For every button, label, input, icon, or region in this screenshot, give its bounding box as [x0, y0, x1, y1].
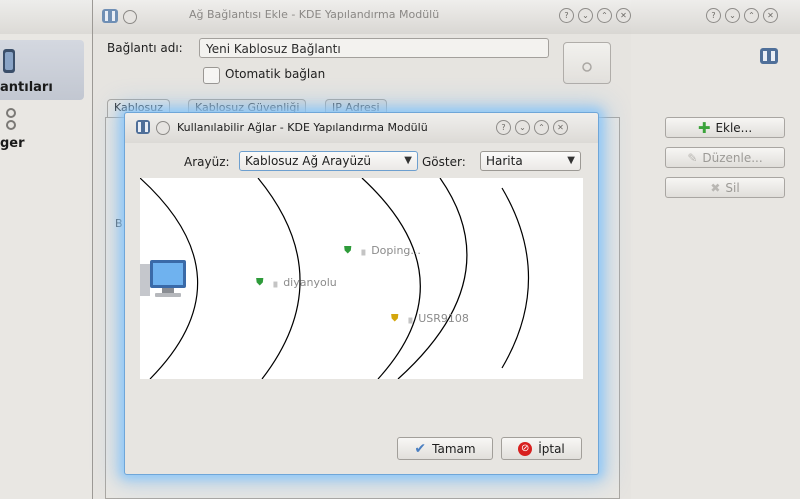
network-connections-icon [2, 48, 16, 77]
add-button-label: Ekle... [715, 120, 753, 135]
interface-label: Arayüz: [184, 155, 230, 169]
close-icon[interactable]: ✕ [616, 8, 631, 23]
checkmark-icon: ✔ [414, 440, 427, 457]
help-icon[interactable]: ? [559, 8, 574, 23]
left-window-titlebar [0, 0, 92, 34]
minimize-icon[interactable]: ⌄ [725, 8, 740, 23]
show-label: Göster: [422, 155, 466, 169]
background-left-window: antıları ger [0, 0, 93, 499]
ok-button[interactable]: ✔ Tamam [397, 437, 493, 460]
delete-button-label: Sil [725, 180, 740, 195]
signal-icon: ▗ [357, 245, 366, 256]
computer-icon [140, 258, 188, 305]
window-title: Ağ Bağlantısı Ekle - KDE Yapılandırma Mo… [189, 8, 440, 21]
chevron-down-icon: ▼ [567, 155, 575, 166]
dialog-title: Kullanılabilir Ağlar - KDE Yapılandırma … [177, 121, 428, 134]
connection-icon-button[interactable] [563, 42, 611, 84]
add-button[interactable]: ✚ Ekle... [665, 117, 785, 138]
network-name: Doping... [371, 244, 421, 257]
delete-button[interactable]: ✖ Sil [665, 177, 785, 198]
available-networks-dialog: Kullanılabilir Ağlar - KDE Yapılandırma … [124, 112, 599, 475]
dialog-titlebar[interactable]: Kullanılabilir Ağlar - KDE Yapılandırma … [125, 113, 598, 143]
network-map[interactable]: ⛊ ▗ Doping... ⛊ ▗ diyanyolu ⛊ ▗ USR9108 [140, 178, 583, 379]
cancel-button[interactable]: ⊘ İptal [501, 437, 582, 460]
field-label: B [115, 217, 123, 230]
network-name: diyanyolu [283, 276, 337, 289]
close-icon[interactable]: ✕ [553, 120, 568, 135]
edit-button[interactable]: ✎ Düzenle... [665, 147, 785, 168]
plus-icon: ✚ [697, 118, 711, 137]
interface-select-value: Kablosuz Ağ Arayüzü [245, 154, 372, 168]
kde-app-icon [759, 46, 779, 69]
right-window-titlebar[interactable]: ? ⌄ ⌃ ✕ [631, 0, 800, 34]
network-name: USR9108 [418, 312, 469, 325]
network-entry[interactable]: ⛊ ▗ diyanyolu [256, 276, 337, 289]
signal-range-arcs [140, 178, 529, 379]
cancel-icon: ⊘ [518, 441, 533, 456]
chevron-down-icon: ▼ [404, 155, 412, 166]
auto-connect-label: Otomatik bağlan [225, 67, 326, 81]
signal-icon: ▗ [269, 277, 278, 288]
connection-name-label: Bağlantı adı: [107, 41, 183, 55]
pin-icon[interactable] [123, 10, 137, 24]
help-icon[interactable]: ? [496, 120, 511, 135]
sidebar-item-label: antıları [0, 80, 53, 95]
sidebar-item-other-label[interactable]: ger [0, 136, 25, 151]
minimize-icon[interactable]: ⌄ [578, 8, 593, 23]
auto-connect-checkbox[interactable] [203, 67, 220, 84]
network-entry[interactable]: ⛊ ▗ Doping... [344, 244, 421, 257]
connection-name-input[interactable]: Yeni Kablosuz Bağlantı [199, 38, 549, 58]
maximize-icon[interactable]: ⌃ [534, 120, 549, 135]
view-mode-select[interactable]: Harita ▼ [480, 151, 581, 171]
minimize-icon[interactable]: ⌄ [515, 120, 530, 135]
signal-icon: ▗ [404, 313, 413, 324]
add-connection-titlebar[interactable]: Ağ Bağlantısı Ekle - KDE Yapılandırma Mo… [93, 0, 632, 34]
edit-button-label: Düzenle... [702, 150, 763, 165]
shield-icon: ⛊ [391, 313, 399, 324]
gears-icon [4, 106, 18, 135]
pin-icon[interactable] [156, 121, 170, 135]
view-mode-select-value: Harita [486, 154, 523, 168]
delete-icon: ✖ [710, 180, 721, 195]
cancel-button-label: İptal [538, 441, 565, 456]
ok-button-label: Tamam [432, 441, 476, 456]
shield-icon: ⛊ [256, 277, 264, 288]
shield-icon: ⛊ [344, 245, 352, 256]
network-entry[interactable]: ⛊ ▗ USR9108 [391, 312, 469, 325]
kde-app-icon [135, 119, 151, 138]
edit-icon: ✎ [687, 150, 698, 165]
maximize-icon[interactable]: ⌃ [597, 8, 612, 23]
background-right-window: ? ⌄ ⌃ ✕ ✚ Ekle... ✎ Düzenle... ✖ Sil [631, 0, 800, 499]
close-icon[interactable]: ✕ [763, 8, 778, 23]
interface-select[interactable]: Kablosuz Ağ Arayüzü ▼ [239, 151, 418, 171]
help-icon[interactable]: ? [706, 8, 721, 23]
kde-app-icon [101, 7, 119, 28]
maximize-icon[interactable]: ⌃ [744, 8, 759, 23]
